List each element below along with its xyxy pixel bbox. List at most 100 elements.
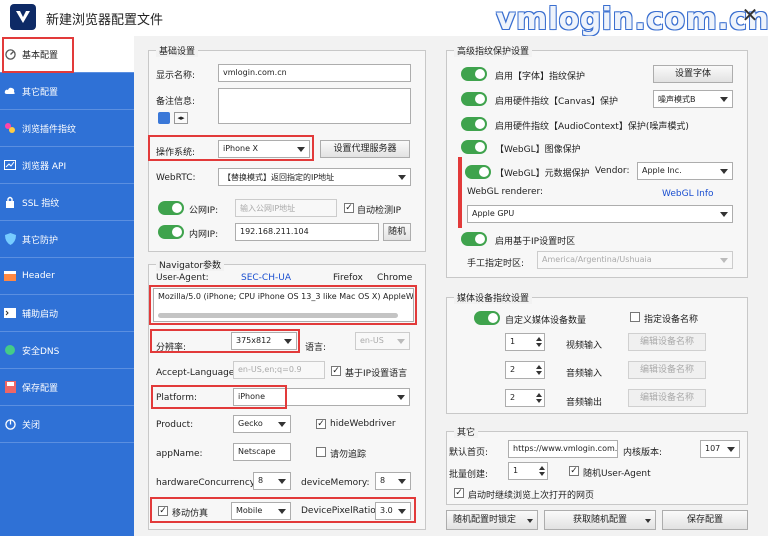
chevron-down-icon	[398, 479, 406, 484]
public-ip-input[interactable]: 输入公网IP地址	[235, 199, 337, 217]
sidebar-item-label: 辅助启动	[22, 309, 59, 320]
arrows-icon[interactable]: ◂▸	[174, 112, 188, 124]
public-ip-toggle[interactable]	[158, 201, 184, 215]
continue-label: 启动时继续浏览上次打开的网页	[468, 491, 595, 501]
chevron-down-icon[interactable]	[536, 399, 542, 403]
random-ip-button[interactable]: 随机	[383, 223, 411, 241]
sidebar-item-close[interactable]: 关闭	[0, 406, 134, 443]
hardware-concurrency-label: hardwareConcurrency:	[156, 478, 258, 488]
webgl-image-toggle[interactable]	[461, 140, 487, 154]
sidebar-item-other[interactable]: 其它配置	[0, 73, 134, 110]
lock-random-button[interactable]: 随机配置时锁定	[446, 510, 538, 530]
audio-input-stepper[interactable]: 2	[505, 361, 545, 379]
device-memory-select[interactable]: 8	[375, 472, 411, 490]
display-name-label: 显示名称:	[156, 71, 196, 81]
sidebar-item-label: 浏览插件指纹	[22, 124, 77, 135]
appname-input[interactable]: Netscape	[233, 443, 291, 461]
sidebar-item-save[interactable]: 保存配置	[0, 369, 134, 406]
chevron-up-icon[interactable]	[539, 466, 545, 470]
hardware-concurrency-select[interactable]: 8	[253, 472, 291, 490]
sidebar-item-ssl[interactable]: SSL 指纹	[0, 184, 134, 221]
canvas-mode-select[interactable]: 噪声模式B	[653, 90, 733, 108]
audio-input-label: 音频输入	[566, 369, 603, 379]
device-name-label: 指定设备名称	[644, 315, 699, 325]
timezone-toggle[interactable]	[461, 232, 487, 246]
highlight-box	[458, 157, 462, 228]
public-ip-label: 公网IP:	[189, 206, 219, 216]
font-label: 启用【字体】指纹保护	[495, 72, 586, 82]
chevron-down-icon[interactable]	[645, 519, 651, 523]
chevron-down-icon[interactable]	[536, 343, 542, 347]
shield-icon	[4, 233, 16, 245]
chevron-up-icon[interactable]	[536, 337, 542, 341]
sidebar-item-protection[interactable]: 其它防护	[0, 221, 134, 258]
chevron-up-icon[interactable]	[536, 365, 542, 369]
sidebar-item-launch[interactable]: 辅助启动	[0, 295, 134, 332]
chevron-up-icon[interactable]	[536, 393, 542, 397]
ip-language-checkbox[interactable]: ✓	[331, 366, 341, 376]
sec-ch-ua-link[interactable]: SEC-CH-UA	[241, 273, 291, 283]
proxy-button[interactable]: 设置代理服务器	[320, 140, 410, 158]
sidebar-item-plugins[interactable]: 浏览插件指纹	[0, 110, 134, 147]
display-name-input[interactable]: vmlogin.com.cn	[218, 64, 411, 82]
video-input-stepper[interactable]: 1	[505, 333, 545, 351]
chevron-down-icon	[720, 212, 728, 217]
highlight-box	[150, 329, 300, 353]
note-textarea[interactable]	[218, 88, 411, 124]
sidebar-item-dns[interactable]: 安全DNS	[0, 332, 134, 369]
renderer-value: Apple GPU	[472, 209, 515, 218]
chevron-down-icon	[720, 169, 728, 174]
webrtc-select[interactable]: 【替换模式】返回指定的IP地址	[218, 168, 411, 186]
canvas-toggle[interactable]	[461, 92, 487, 106]
chrome-link[interactable]: Chrome	[377, 273, 412, 283]
timezone-select[interactable]: America/Argentina/Ushuaia	[537, 251, 733, 269]
continue-checkbox[interactable]: ✓	[454, 488, 464, 498]
chevron-down-icon[interactable]	[539, 472, 545, 476]
puzzle-icon	[4, 122, 16, 134]
sidebar-item-api[interactable]: 浏览器 API	[0, 147, 134, 184]
batch-stepper[interactable]: 1	[508, 462, 548, 480]
save-config-button[interactable]: 保存配置	[662, 510, 748, 530]
sidebar-item-label: 浏览器 API	[22, 161, 67, 172]
font-toggle[interactable]	[461, 67, 487, 81]
webgl-info-link[interactable]: WebGL Info	[662, 189, 714, 199]
lock-icon	[4, 196, 16, 208]
lan-ip-input[interactable]: 192.168.211.104	[235, 223, 379, 241]
timezone-value: America/Argentina/Ushuaia	[542, 255, 652, 264]
renderer-select[interactable]: Apple GPU	[467, 205, 733, 223]
lan-ip-label: 内网IP:	[189, 230, 219, 240]
get-random-config-button[interactable]: 获取随机配置	[544, 510, 656, 530]
firefox-link[interactable]: Firefox	[333, 273, 363, 283]
dns-icon	[4, 344, 16, 356]
auto-detect-checkbox[interactable]: ✓	[344, 203, 354, 213]
edit-video-input-button[interactable]: 编辑设备名称	[628, 333, 706, 351]
chevron-down-icon[interactable]	[536, 371, 542, 375]
get-random-config-label: 获取随机配置	[572, 515, 627, 525]
device-name-checkbox[interactable]	[630, 312, 640, 322]
kernel-select[interactable]: 107	[700, 440, 740, 458]
dnt-checkbox[interactable]	[316, 447, 326, 457]
audio-toggle[interactable]	[461, 117, 487, 131]
lan-ip-toggle[interactable]	[158, 225, 184, 239]
home-icon[interactable]	[158, 112, 170, 124]
custom-media-toggle[interactable]	[474, 311, 500, 325]
webgl-meta-toggle[interactable]	[465, 165, 491, 179]
sidebar-item-header[interactable]: Header	[0, 258, 134, 295]
timezone-label: 手工指定时区:	[467, 259, 525, 269]
chevron-down-icon[interactable]	[527, 519, 533, 523]
edit-audio-input-button[interactable]: 编辑设备名称	[628, 361, 706, 379]
sidebar: 基本配置 其它配置 浏览插件指纹 浏览器 API SSL 指纹 其它防护 Hea…	[0, 36, 134, 536]
close-button[interactable]: ✕	[738, 4, 762, 28]
language-select[interactable]: en-US	[355, 332, 410, 350]
audio-input-count: 2	[510, 365, 516, 374]
product-value: Gecko	[238, 419, 263, 428]
vendor-select[interactable]: Apple Inc.	[637, 162, 733, 180]
product-select[interactable]: Gecko	[233, 415, 291, 433]
edit-audio-output-button[interactable]: 编辑设备名称	[628, 389, 706, 407]
hide-webdriver-checkbox[interactable]: ✓	[316, 419, 326, 429]
accept-language-input[interactable]: en-US,en;q=0.9	[233, 361, 325, 379]
random-ua-checkbox[interactable]: ✓	[569, 466, 579, 476]
homepage-input[interactable]: https://www.vmlogin.com.cn	[508, 440, 618, 458]
set-font-button[interactable]: 设置字体	[653, 65, 733, 83]
audio-output-stepper[interactable]: 2	[505, 389, 545, 407]
